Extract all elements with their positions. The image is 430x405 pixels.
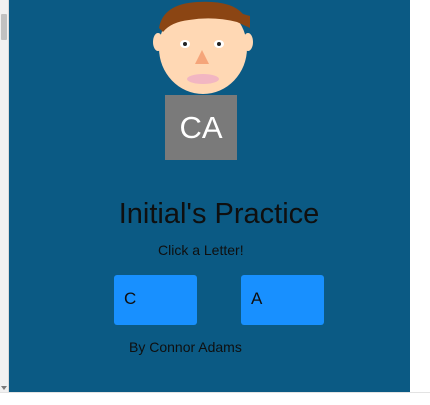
bottom-strip xyxy=(0,392,430,405)
letter-c-button[interactable]: C xyxy=(114,275,197,325)
author-credit: By Connor Adams xyxy=(129,339,242,355)
right-gutter xyxy=(410,0,430,405)
instruction-text: Click a Letter! xyxy=(158,242,244,258)
page: CA Initial's Practice Click a Letter! C … xyxy=(0,0,430,405)
scrollbar-thumb[interactable] xyxy=(1,14,7,40)
initials-box: CA xyxy=(165,95,237,160)
page-title: Initial's Practice xyxy=(118,198,320,230)
app-stage: CA Initial's Practice Click a Letter! C … xyxy=(9,0,410,392)
vertical-scrollbar[interactable] xyxy=(0,0,9,392)
cartoon-face-icon xyxy=(153,1,253,94)
scroll-down-arrow-icon[interactable] xyxy=(1,386,7,390)
letter-a-button[interactable]: A xyxy=(241,275,324,325)
